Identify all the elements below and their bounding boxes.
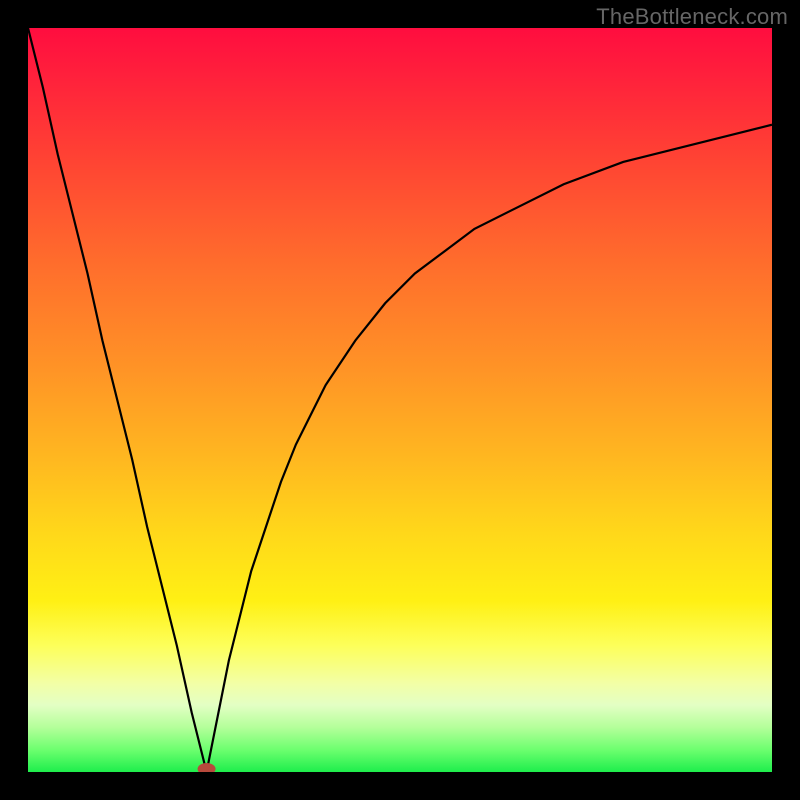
chart-svg — [28, 28, 772, 772]
minimum-marker — [198, 763, 216, 772]
curve-left-branch — [28, 28, 207, 772]
chart-frame: TheBottleneck.com — [0, 0, 800, 800]
plot-area — [28, 28, 772, 772]
watermark-text: TheBottleneck.com — [596, 4, 788, 30]
curve-right-branch — [207, 125, 772, 772]
